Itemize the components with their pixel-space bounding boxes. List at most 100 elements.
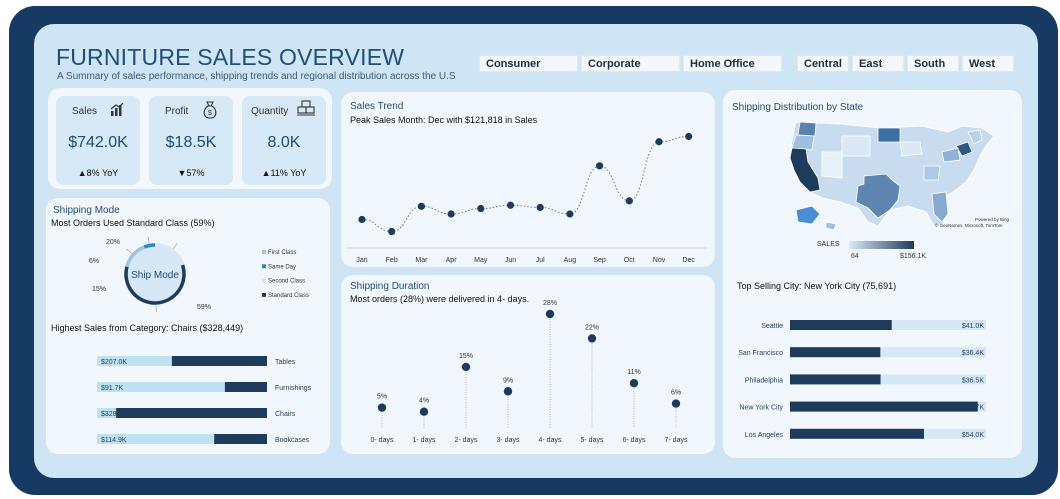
slicer-region-east[interactable]: East bbox=[852, 55, 904, 72]
trend-point-may[interactable] bbox=[477, 204, 485, 213]
city-bar-label: Seattle bbox=[761, 323, 783, 330]
slicer-segment-corporate[interactable]: Corporate bbox=[581, 55, 680, 72]
category-bar-label: Chairs bbox=[275, 411, 296, 418]
trend-tick-label: Apr bbox=[446, 257, 458, 264]
duration-tick-label: 0- days bbox=[371, 437, 394, 444]
donut-legend-label: Second Class bbox=[268, 279, 305, 285]
city-bar-philadelphia[interactable] bbox=[790, 374, 881, 385]
kpi-sales: Sales $742.0K ▲8% YoY bbox=[56, 96, 140, 185]
duration-data-label: 11% bbox=[627, 369, 641, 376]
slicer-region-south[interactable]: South bbox=[907, 55, 959, 72]
donut-center-label: Ship Mode bbox=[131, 270, 179, 281]
donut-legend-swatch bbox=[262, 264, 266, 269]
kpi-quantity-value: 8.0K bbox=[267, 134, 301, 151]
trend-tick-label: Sep bbox=[593, 257, 606, 264]
slicer-segment-home-office[interactable]: Home Office bbox=[683, 55, 782, 72]
trend-tick-label: May bbox=[474, 257, 488, 264]
city-bar-label: New York City bbox=[739, 405, 783, 412]
donut-slice-same-day[interactable] bbox=[143, 243, 156, 249]
duration-point-5[interactable] bbox=[587, 334, 597, 343]
donut-leader-line bbox=[126, 248, 132, 254]
duration-data-label: 28% bbox=[543, 300, 557, 307]
trend-point-jan[interactable] bbox=[358, 215, 366, 224]
trend-tick-label: Nov bbox=[653, 257, 666, 264]
city-bar-value: $54.0K bbox=[962, 432, 985, 439]
duration-point-4[interactable] bbox=[545, 309, 555, 319]
donut-legend-label: First Class bbox=[268, 250, 296, 256]
category-bar-value: $91.7K bbox=[101, 385, 124, 392]
city-bar-seattle[interactable] bbox=[790, 320, 892, 330]
kpi-quantity-label: Quantity bbox=[251, 106, 289, 117]
category-bar-label: Furnishings bbox=[275, 385, 312, 392]
duration-point-1[interactable] bbox=[419, 407, 429, 416]
city-bar-label: Philadelphia bbox=[745, 377, 783, 384]
city-bar-value: $41.0K bbox=[962, 323, 985, 330]
sales-trend-subtitle: Peak Sales Month: Dec with $121,818 in S… bbox=[350, 115, 538, 125]
map-title: Shipping Distribution by State bbox=[732, 102, 864, 113]
category-bar-track bbox=[97, 408, 267, 418]
city-bar-value: $36.4K bbox=[962, 350, 985, 357]
city-bar-new-york-city[interactable] bbox=[790, 401, 978, 412]
city-bar-los-angeles[interactable] bbox=[790, 428, 924, 439]
kpi-profit: Profit $ $18.5K ▼57% bbox=[149, 96, 233, 185]
trend-series-line bbox=[361, 135, 689, 233]
duration-point-3[interactable] bbox=[503, 387, 513, 396]
duration-data-label: 5% bbox=[377, 394, 387, 401]
duration-data-label: 15% bbox=[459, 353, 473, 360]
duration-data-label: 9% bbox=[503, 377, 513, 384]
category-bar-label: Tables bbox=[275, 359, 296, 366]
duration-point-6[interactable] bbox=[629, 379, 639, 388]
duration-point-2[interactable] bbox=[461, 362, 471, 372]
slicer-region-west[interactable]: West bbox=[962, 55, 1014, 72]
kpi-profit-yoy: ▼57% bbox=[177, 168, 205, 178]
kpi-sales-yoy: ▲8% YoY bbox=[77, 168, 119, 178]
category-bar-label: Bookcases bbox=[275, 437, 310, 444]
page-title: FURNITURE SALES OVERVIEW bbox=[56, 44, 405, 70]
duration-point-7[interactable] bbox=[671, 399, 681, 408]
trend-point-mar[interactable] bbox=[417, 202, 425, 210]
ship-mode-donut-chart: Ship Mode 20% 59% 15% 6% First Class Same Da… bbox=[89, 236, 309, 312]
kpi-profit-label: Profit bbox=[165, 106, 189, 117]
duration-tick-label: 5- days bbox=[581, 437, 604, 444]
map-legend-max: $156.1K bbox=[900, 253, 927, 260]
slicer-region-central[interactable]: Central bbox=[797, 55, 849, 72]
trend-point-dec[interactable] bbox=[685, 132, 693, 141]
sales-trend-title: Sales Trend bbox=[350, 101, 404, 112]
city-bar-san-francisco[interactable] bbox=[790, 347, 881, 358]
map-legend-min: 64 bbox=[851, 253, 859, 260]
kpi-sales-label: Sales bbox=[72, 106, 98, 117]
top-city-bar-chart: Seattle $41.0K San Francisco $36.4K Philadel… bbox=[738, 320, 986, 439]
trend-tick-label: Mar bbox=[415, 257, 428, 264]
duration-tick-label: 7- days bbox=[665, 437, 688, 444]
map-legend-title: SALES bbox=[817, 241, 840, 248]
trend-point-oct[interactable] bbox=[625, 197, 633, 205]
trend-point-sep[interactable] bbox=[596, 162, 604, 170]
trend-point-jul[interactable] bbox=[536, 203, 544, 212]
trend-point-nov[interactable] bbox=[655, 138, 663, 146]
trend-tick-label: Aug bbox=[564, 257, 577, 264]
page-subtitle: A Summary of sales performance, shipping… bbox=[57, 71, 456, 82]
duration-point-0[interactable] bbox=[377, 403, 387, 412]
duration-data-label: 4% bbox=[419, 398, 429, 405]
slicer-segment-consumer[interactable]: Consumer bbox=[479, 55, 578, 72]
trend-point-aug[interactable] bbox=[566, 210, 574, 218]
donut-data-label: 20% bbox=[106, 239, 120, 246]
shipping-mode-subtitle: Most Orders Used Standard Class (59%) bbox=[51, 218, 215, 228]
trend-tick-label: Dec bbox=[682, 257, 695, 264]
trend-point-apr[interactable] bbox=[447, 210, 455, 218]
map-legend-gradient bbox=[849, 241, 914, 249]
map-attribution-1: Powered by Bing bbox=[975, 217, 1010, 222]
duration-data-label: 22% bbox=[585, 324, 599, 331]
duration-tick-label: 4- days bbox=[539, 437, 562, 444]
donut-legend-swatch bbox=[262, 250, 266, 254]
category-bar-value: $114.9K bbox=[101, 437, 127, 444]
shipping-duration-lollipop-chart: 5% 0- days 4% 1- days 15% 2- days 9% 3- days 28%… bbox=[371, 300, 688, 444]
category-bar-value: $328.4 bbox=[101, 411, 123, 418]
donut-leader-line bbox=[147, 236, 150, 244]
duration-data-label: 6% bbox=[671, 390, 681, 397]
trend-point-feb[interactable] bbox=[388, 227, 396, 236]
donut-data-label: 59% bbox=[197, 304, 211, 311]
kpi-quantity-yoy: ▲11% YoY bbox=[261, 168, 307, 178]
map-attribution-2: © GeoNames, Microsoft, TomTom bbox=[935, 223, 1003, 228]
trend-point-jun[interactable] bbox=[506, 201, 515, 209]
